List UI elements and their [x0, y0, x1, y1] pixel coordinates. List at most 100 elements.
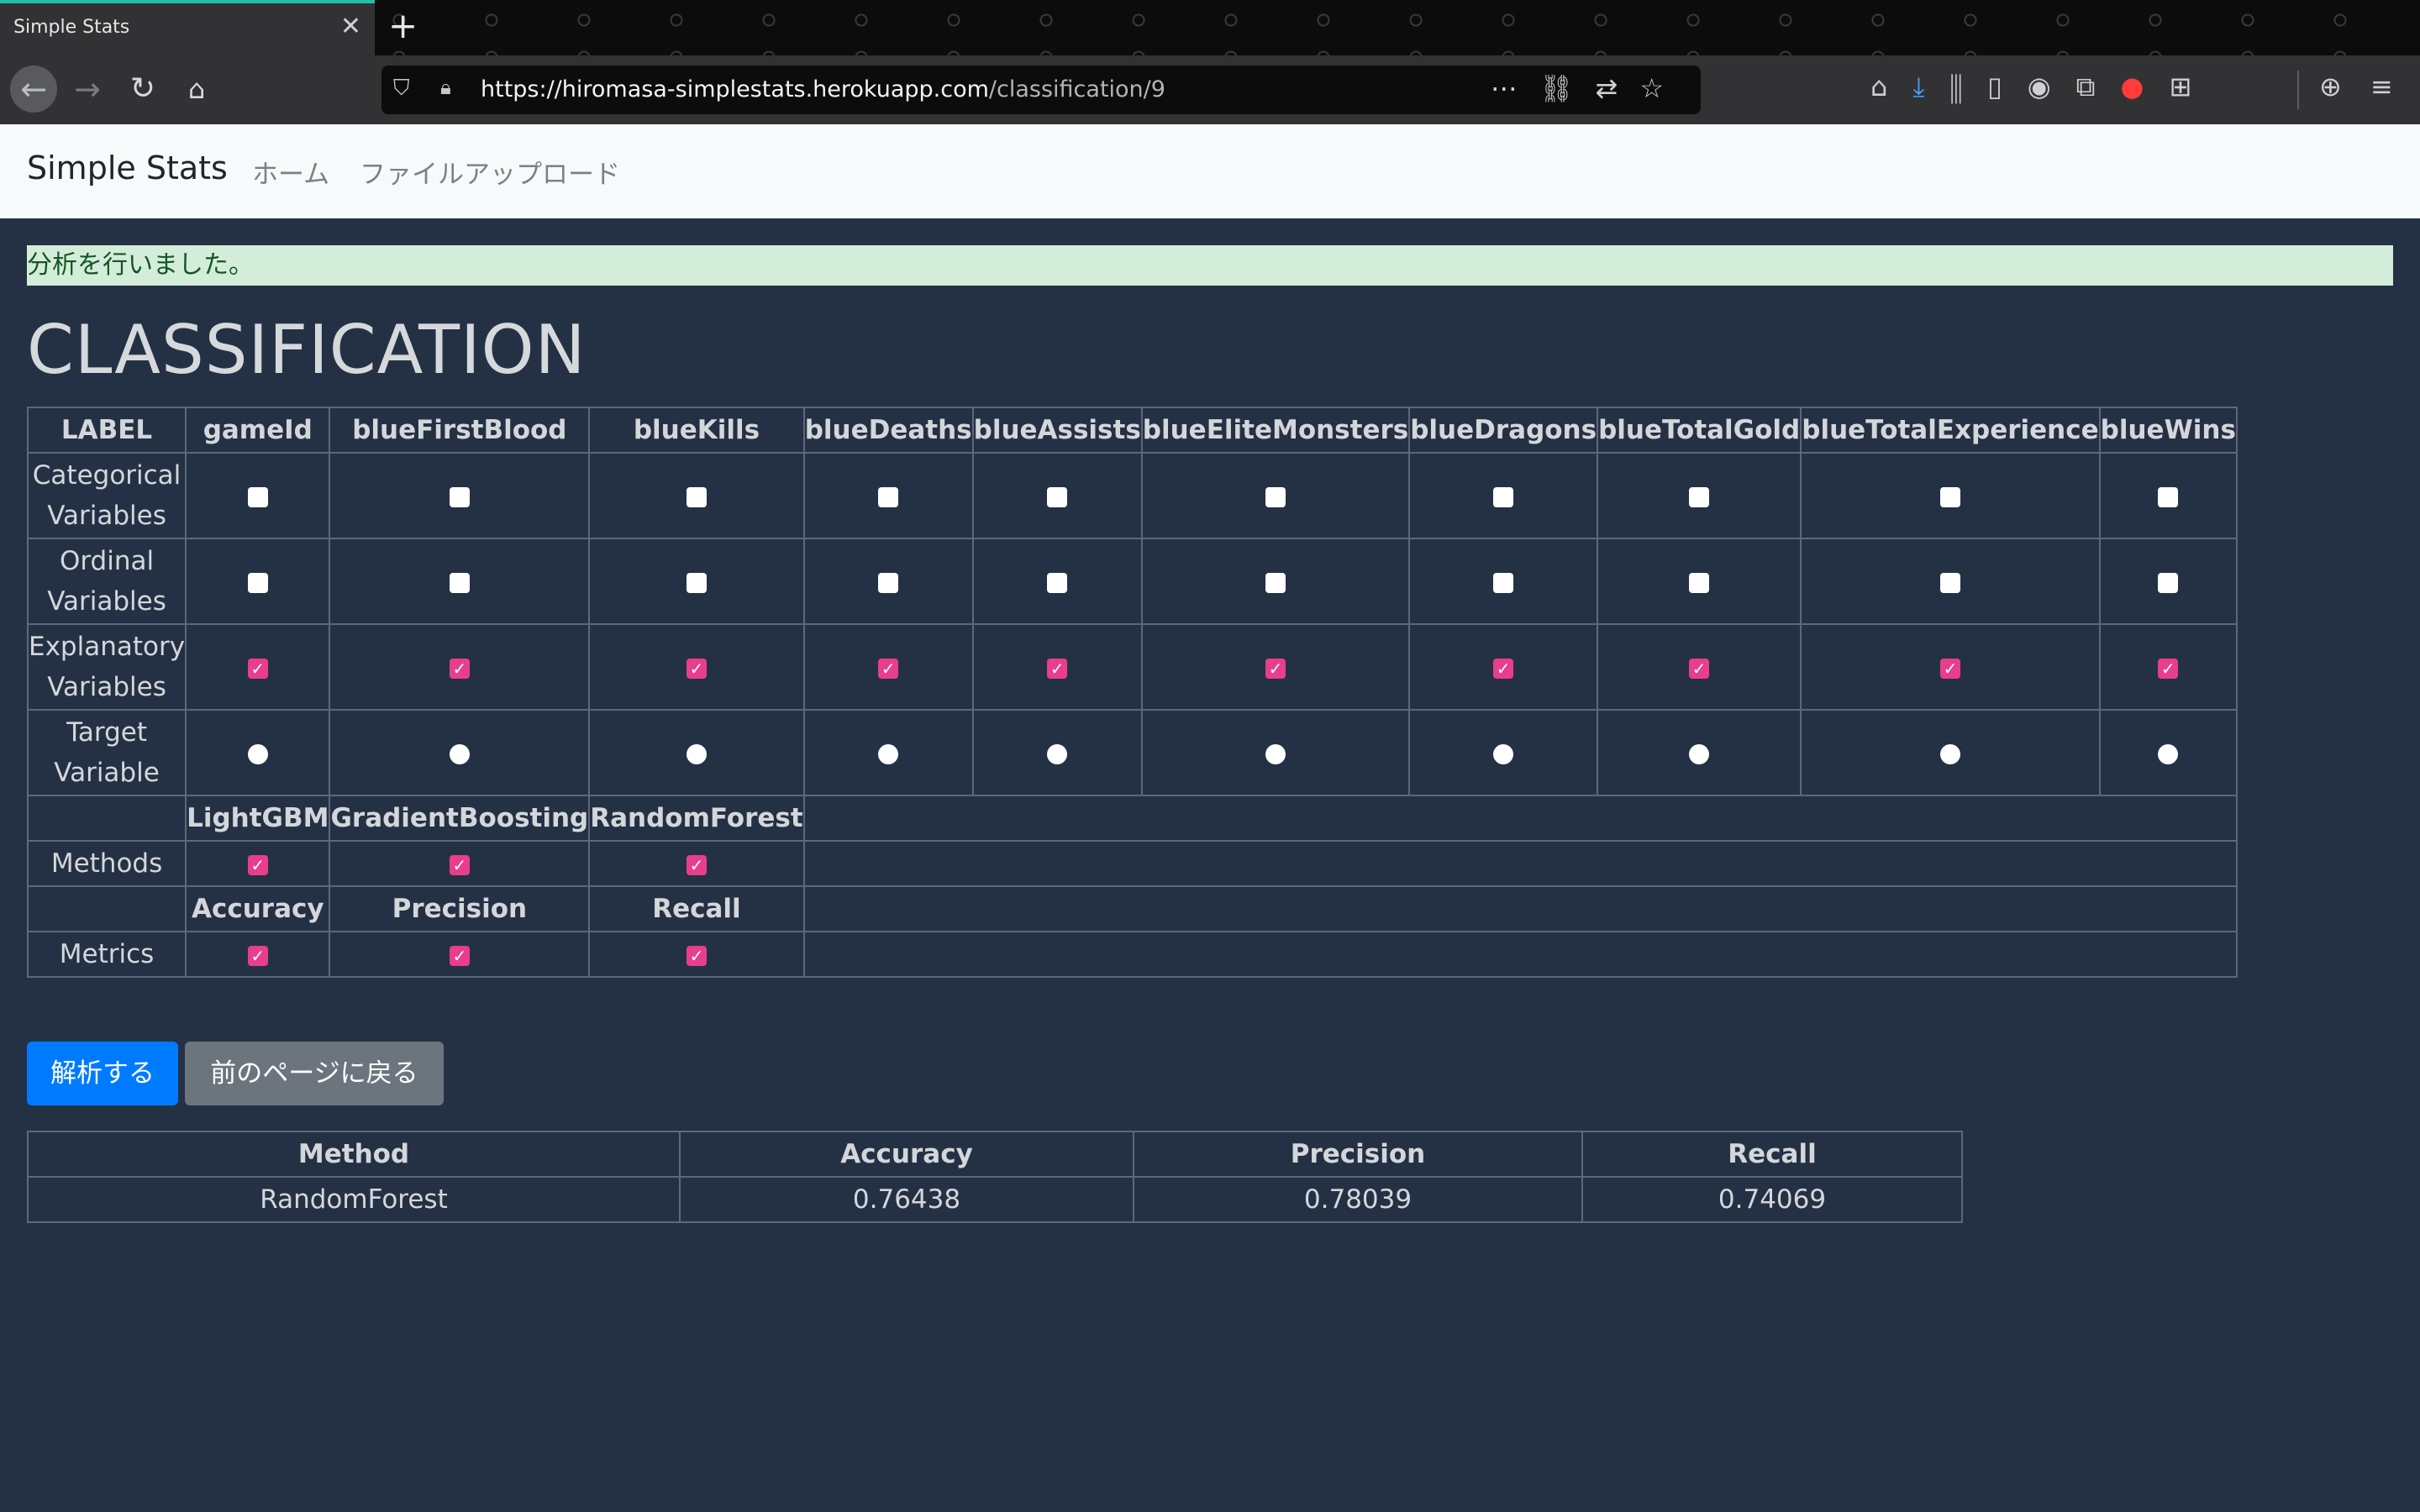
column-header: blueWins — [2098, 407, 2238, 454]
ordinal-checkbox[interactable] — [1939, 572, 1960, 593]
target-radio[interactable] — [449, 743, 470, 764]
target-radio[interactable] — [1939, 743, 1960, 764]
ordinal-checkbox[interactable] — [247, 572, 268, 593]
new-tab-icon[interactable]: + — [388, 5, 418, 46]
method-checkbox[interactable]: ✓ — [686, 854, 707, 875]
bookmark-star-icon[interactable]: ☆ — [1639, 72, 1686, 104]
explanatory-checkbox[interactable]: ✓ — [1047, 658, 1068, 679]
ordinal-checkbox[interactable] — [2158, 572, 2179, 593]
url-text[interactable]: https://hiromasa-simplestats.herokuapp.c… — [481, 76, 1165, 102]
label-header: LABEL — [26, 407, 187, 454]
categorical-checkbox[interactable] — [1939, 486, 1960, 507]
target-radio[interactable] — [2158, 743, 2179, 764]
metric-checkbox[interactable]: ✓ — [449, 945, 470, 966]
categorical-row: Categorical Variables — [26, 452, 2238, 539]
library-icon[interactable]: ⫼ — [1949, 71, 1987, 102]
row-label-ordinal: Ordinal Variables — [26, 538, 187, 625]
screenshot-icon[interactable]: ⧉ — [2076, 71, 2121, 102]
target-radio[interactable] — [1047, 743, 1068, 764]
translate-icon[interactable]: ⇄ — [1596, 72, 1640, 104]
result-recall: 0.74069 — [1581, 1176, 1963, 1223]
row-label-target: Target Variable — [26, 709, 187, 796]
target-radio[interactable] — [1689, 743, 1710, 764]
target-radio[interactable] — [247, 743, 268, 764]
categorical-checkbox[interactable] — [1689, 486, 1710, 507]
method-checkbox[interactable]: ✓ — [247, 854, 268, 875]
method-header: LightGBM — [185, 795, 331, 842]
categorical-checkbox[interactable] — [1047, 486, 1068, 507]
menu-icon[interactable]: ≡ — [2370, 71, 2420, 102]
target-radio[interactable] — [1265, 743, 1286, 764]
close-tab-icon[interactable]: ✕ — [340, 12, 361, 41]
results-header: Precision — [1133, 1131, 1583, 1178]
method-checkbox[interactable]: ✓ — [449, 854, 470, 875]
ordinal-checkbox[interactable] — [1493, 572, 1514, 593]
reload-icon[interactable]: ↻ — [119, 66, 166, 113]
explanatory-row: Explanatory Variables ✓ ✓ ✓ ✓ ✓ ✓ ✓ ✓ ✓ … — [26, 623, 2238, 711]
brand-link[interactable]: Simple Stats — [27, 150, 228, 186]
translate-extension-icon[interactable]: ⊞ — [2169, 71, 2217, 102]
column-header: blueKills — [588, 407, 805, 454]
explanatory-checkbox[interactable]: ✓ — [1939, 658, 1960, 679]
account-icon[interactable]: ◉ — [2028, 71, 2076, 102]
more-actions-icon[interactable]: ⋯ — [1491, 72, 1539, 104]
explanatory-checkbox[interactable]: ✓ — [2158, 658, 2179, 679]
back-to-previous-button[interactable]: 前のページに戻る — [185, 1042, 444, 1105]
column-header: blueDragons — [1408, 407, 1599, 454]
download-icon[interactable]: ⤓ — [1912, 71, 1949, 102]
target-radio[interactable] — [686, 743, 707, 764]
nav-link-file-upload[interactable]: ファイルアップロード — [360, 153, 620, 191]
browser-tab[interactable]: Simple Stats ✕ — [0, 0, 375, 55]
gift-icon[interactable]: ⊕ — [2319, 71, 2370, 102]
table-row: RandomForest 0.76438 0.78039 0.74069 — [27, 1176, 1963, 1223]
url-bar[interactable]: ⛉ 🔒︎ https://hiromasa-simplestats.heroku… — [381, 66, 1701, 114]
column-header: blueDeaths — [802, 407, 974, 454]
url-actions: ⋯⛓⇄☆ — [1491, 72, 1686, 104]
back-arrow-icon[interactable]: ← — [10, 66, 57, 113]
target-radio[interactable] — [878, 743, 899, 764]
url-host: https://hiromasa-simplestats.herokuapp.c… — [481, 76, 989, 102]
metrics-header-row: Accuracy Precision Recall — [26, 885, 2238, 932]
lock-icon[interactable]: 🔒︎ — [440, 76, 451, 99]
ordinal-checkbox[interactable] — [878, 572, 899, 593]
categorical-checkbox[interactable] — [686, 486, 707, 507]
metric-checkbox[interactable]: ✓ — [247, 945, 268, 966]
result-method: RandomForest — [27, 1176, 681, 1223]
explanatory-checkbox[interactable]: ✓ — [449, 658, 470, 679]
row-label-methods: Methods — [26, 840, 187, 887]
categorical-checkbox[interactable] — [2158, 486, 2179, 507]
metric-checkbox[interactable]: ✓ — [686, 945, 707, 966]
categorical-checkbox[interactable] — [247, 486, 268, 507]
ordinal-checkbox[interactable] — [686, 572, 707, 593]
forward-arrow-icon[interactable]: → — [64, 66, 111, 113]
ordinal-checkbox[interactable] — [1265, 572, 1286, 593]
ordinal-checkbox[interactable] — [1047, 572, 1068, 593]
link-icon[interactable]: ⛓ — [1539, 72, 1596, 104]
explanatory-checkbox[interactable]: ✓ — [686, 658, 707, 679]
categorical-checkbox[interactable] — [1265, 486, 1286, 507]
categorical-checkbox[interactable] — [449, 486, 470, 507]
pocket-icon[interactable]: ⌂ — [1870, 71, 1912, 102]
explanatory-checkbox[interactable]: ✓ — [247, 658, 268, 679]
results-header-row: Method Accuracy Precision Recall — [27, 1131, 1963, 1178]
nav-link-home[interactable]: ホーム — [252, 153, 329, 191]
explanatory-checkbox[interactable]: ✓ — [1493, 658, 1514, 679]
target-radio[interactable] — [1493, 743, 1514, 764]
categorical-checkbox[interactable] — [878, 486, 899, 507]
ordinal-checkbox[interactable] — [1689, 572, 1710, 593]
column-header: blueAssists — [971, 407, 1143, 454]
analyze-button[interactable]: 解析する — [27, 1042, 178, 1105]
metric-header: Recall — [588, 885, 805, 932]
adblock-icon[interactable]: ● — [2121, 71, 2170, 102]
home-icon[interactable]: ⌂ — [173, 66, 220, 113]
sidebar-icon[interactable]: ▯ — [1987, 71, 2028, 102]
shield-icon[interactable]: ⛉ — [393, 76, 410, 102]
browser-toolbar: ← → ↻ ⌂ ⛉ 🔒︎ https://hiromasa-simplestat… — [0, 55, 2420, 125]
categorical-checkbox[interactable] — [1493, 486, 1514, 507]
explanatory-checkbox[interactable]: ✓ — [1265, 658, 1286, 679]
metric-header: Accuracy — [185, 885, 331, 932]
explanatory-checkbox[interactable]: ✓ — [1689, 658, 1710, 679]
ordinal-checkbox[interactable] — [449, 572, 470, 593]
explanatory-checkbox[interactable]: ✓ — [878, 658, 899, 679]
result-precision: 0.78039 — [1133, 1176, 1583, 1223]
